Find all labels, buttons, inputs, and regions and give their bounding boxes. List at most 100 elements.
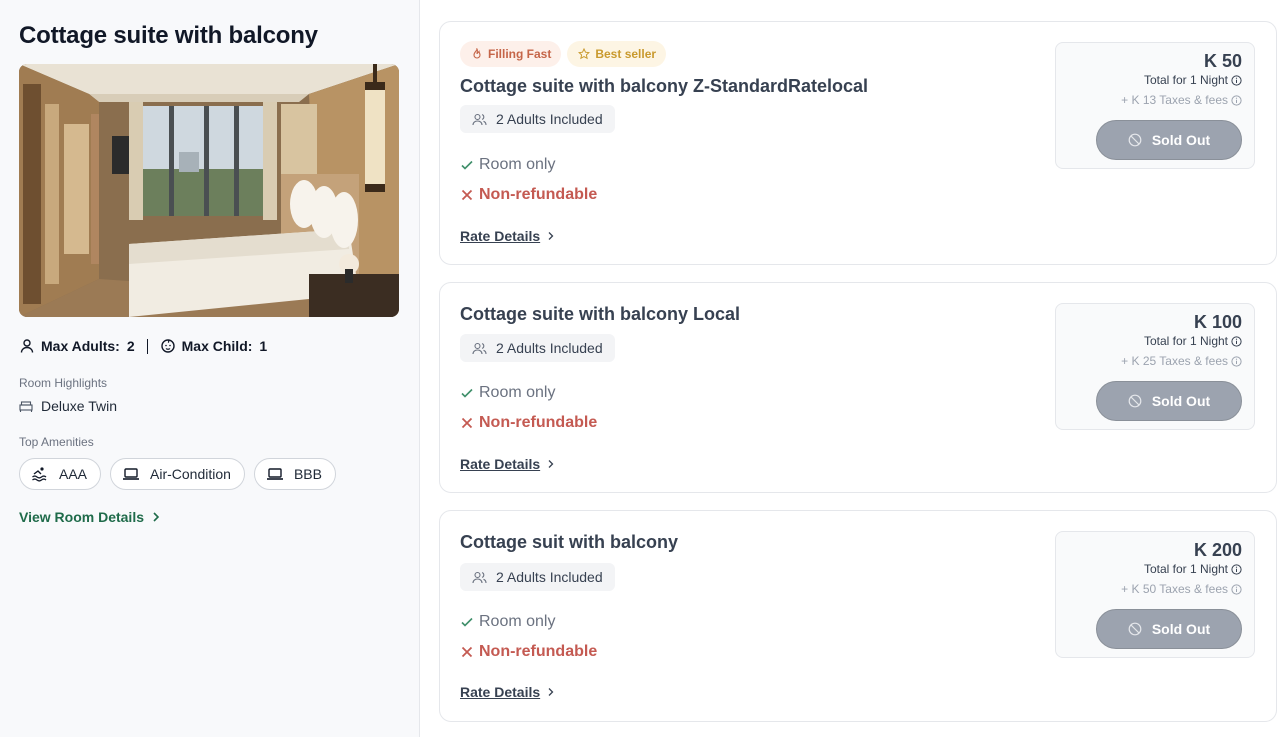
price-box: K 200 Total for 1 Night + K 50 Taxes & f…: [1055, 531, 1255, 658]
refund-policy-label: Non-refundable: [479, 414, 598, 431]
room-photo[interactable]: [19, 64, 399, 317]
max-adults-value: 2: [126, 338, 135, 354]
chevron-right-icon: [548, 688, 554, 696]
ban-icon: [1128, 133, 1142, 147]
ban-icon: [1128, 394, 1142, 408]
best-seller-label: Best seller: [595, 47, 657, 61]
per-night-label: Total for 1 Night: [1143, 562, 1228, 576]
rate-title: Cottage suite with balcony Z-StandardRat…: [460, 76, 869, 96]
best-seller-badge: Best seller: [567, 41, 667, 67]
sold-out-button[interactable]: Sold Out: [1096, 120, 1242, 160]
x-icon: [461, 417, 473, 429]
adults-included-label: 2 Adults Included: [496, 569, 603, 585]
inclusion-label: Room only: [479, 156, 556, 173]
info-icon[interactable]: [1231, 74, 1242, 86]
chevron-right-icon: [548, 232, 554, 240]
info-icon[interactable]: [1231, 94, 1242, 106]
view-room-details-link[interactable]: View Room Details: [19, 509, 400, 525]
adults-included-pill: 2 Adults Included: [460, 334, 615, 362]
per-night-note: Total for 1 Night: [1144, 73, 1242, 87]
sold-out-button[interactable]: Sold Out: [1096, 381, 1242, 421]
price-box: K 50 Total for 1 Night + K 13 Taxes & fe…: [1055, 42, 1255, 169]
taxes-label: + K 13 Taxes & fees: [1121, 93, 1228, 107]
users-icon: [472, 113, 487, 125]
refund-policy: Non-refundable: [460, 186, 597, 204]
amenity-chip: BBB: [253, 458, 336, 490]
page: Cottage suite with balcony Max Adults: 2…: [0, 0, 1287, 737]
sold-out-label: Sold Out: [1151, 132, 1211, 148]
inclusion-item: Room only: [460, 384, 555, 402]
info-icon[interactable]: [1231, 355, 1242, 367]
chevron-right-icon: [548, 460, 554, 468]
refund-policy-label: Non-refundable: [479, 643, 598, 660]
taxes-note: + K 13 Taxes & fees: [1121, 93, 1242, 107]
rate-details-link[interactable]: Rate Details: [460, 456, 556, 472]
room-highlight-item: Deluxe Twin: [19, 398, 400, 414]
room-summary-panel: Cottage suite with balcony Max Adults: 2…: [0, 0, 420, 737]
price: K 100: [1193, 312, 1242, 332]
inclusion-label: Room only: [479, 613, 556, 630]
taxes-note: + K 50 Taxes & fees: [1121, 582, 1242, 596]
rate-card: Cottage suite with balcony Local 2 Adult…: [439, 282, 1277, 493]
sold-out-label: Sold Out: [1151, 621, 1211, 637]
adults-included-label: 2 Adults Included: [496, 340, 603, 356]
check-icon: [461, 388, 473, 398]
x-icon: [461, 189, 473, 201]
laptop-icon: [266, 468, 283, 480]
bed-icon: [19, 401, 33, 412]
taxes-label: + K 50 Taxes & fees: [1121, 582, 1228, 596]
check-icon: [461, 160, 473, 170]
refund-policy-label: Non-refundable: [479, 186, 598, 203]
pool-icon: [32, 467, 47, 482]
per-night-note: Total for 1 Night: [1144, 334, 1242, 348]
adults-included-pill: 2 Adults Included: [460, 563, 615, 591]
view-room-details-label: View Room Details: [19, 509, 145, 525]
rate-details-label: Rate Details: [460, 456, 541, 472]
rate-card: Cottage suit with balcony 2 Adults Inclu…: [439, 510, 1277, 722]
laptop-icon: [123, 468, 140, 480]
amenity-label: Air-Condition: [150, 466, 231, 482]
child-face-icon: [160, 339, 175, 353]
amenities-list: AAA Air-Condition BBB: [19, 458, 400, 490]
price-box: K 100 Total for 1 Night + K 25 Taxes & f…: [1055, 303, 1255, 430]
info-icon[interactable]: [1231, 563, 1242, 575]
price: K 50: [1203, 51, 1242, 71]
per-night-label: Total for 1 Night: [1143, 73, 1228, 87]
adults-included-pill: 2 Adults Included: [460, 105, 615, 133]
inclusion-item: Room only: [460, 156, 555, 174]
badge-row: Filling Fast Best seller: [460, 41, 667, 67]
users-icon: [472, 571, 487, 583]
room-title: Cottage suite with balcony: [19, 22, 318, 49]
occupancy-info: Max Adults: 2 Max Child: 1: [19, 337, 400, 355]
rate-details-link[interactable]: Rate Details: [460, 684, 556, 700]
star-icon: [578, 48, 591, 60]
divider: [146, 338, 148, 354]
sold-out-label: Sold Out: [1151, 393, 1211, 409]
amenity-label: AAA: [59, 466, 88, 482]
rate-title: Cottage suit with balcony: [460, 532, 679, 552]
filling-fast-badge: Filling Fast: [460, 41, 562, 67]
check-icon: [461, 617, 473, 627]
room-highlight-label: Deluxe Twin: [41, 398, 118, 414]
adults-included-label: 2 Adults Included: [496, 111, 603, 127]
per-night-label: Total for 1 Night: [1143, 334, 1228, 348]
amenity-chip: Air-Condition: [110, 458, 245, 490]
per-night-note: Total for 1 Night: [1144, 562, 1242, 576]
taxes-note: + K 25 Taxes & fees: [1121, 354, 1242, 368]
rate-details-label: Rate Details: [460, 228, 541, 244]
chevron-right-icon: [153, 512, 160, 522]
refund-policy: Non-refundable: [460, 643, 597, 661]
filling-fast-label: Filling Fast: [488, 47, 552, 61]
info-icon[interactable]: [1231, 335, 1242, 347]
room-highlights-heading: Room Highlights: [19, 376, 108, 390]
max-adults-label: Max Adults:: [41, 338, 120, 354]
price: K 200: [1193, 540, 1242, 560]
sold-out-button[interactable]: Sold Out: [1096, 609, 1242, 649]
info-icon[interactable]: [1231, 583, 1242, 595]
flame-icon: [473, 48, 481, 59]
amenity-chip: AAA: [19, 458, 102, 490]
rate-details-link[interactable]: Rate Details: [460, 228, 556, 244]
rate-title: Cottage suite with balcony Local: [460, 304, 741, 324]
max-child-value: 1: [259, 338, 268, 354]
max-child-label: Max Child:: [181, 338, 253, 354]
